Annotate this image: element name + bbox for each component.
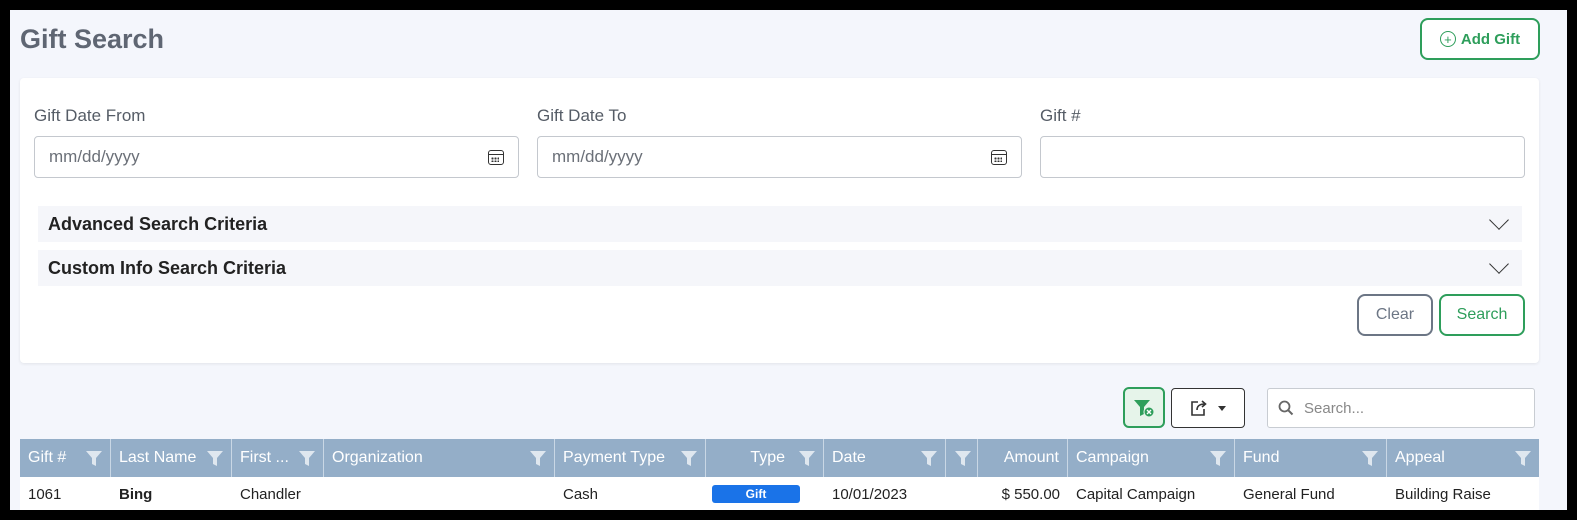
gift-date-to-input[interactable]: mm/dd/yyyy (537, 136, 1022, 178)
column-header-label: Last Name (119, 449, 197, 466)
search-button[interactable]: Search (1439, 294, 1525, 336)
column-header-label: Date (832, 449, 866, 466)
column-header-label: Payment Type (563, 449, 665, 466)
column-header-type[interactable]: Type (706, 439, 824, 477)
add-gift-button[interactable]: + Add Gift (1420, 18, 1540, 60)
cell-type: Gift (706, 477, 824, 510)
column-header-label: Gift # (28, 449, 67, 466)
clear-button[interactable]: Clear (1357, 294, 1433, 336)
column-header-organization[interactable]: Organization (324, 439, 555, 477)
calendar-icon[interactable] (991, 149, 1007, 165)
plus-circle-icon: + (1439, 31, 1456, 47)
gift-date-from-placeholder: mm/dd/yyyy (49, 147, 140, 166)
add-gift-label: Add Gift (1460, 30, 1521, 48)
export-icon (1191, 400, 1207, 416)
funnel-icon[interactable] (1210, 450, 1226, 467)
cell-appeal: Building Raise (1395, 485, 1491, 503)
gift-number-label: Gift # (1040, 106, 1081, 125)
chevron-down-icon (1489, 210, 1509, 230)
column-header-amount[interactable]: Amount (978, 439, 1068, 477)
funnel-icon[interactable] (299, 450, 315, 467)
cell-organization (324, 477, 555, 510)
cell-fund: General Fund (1243, 485, 1335, 503)
gift-date-from-input[interactable]: mm/dd/yyyy (34, 136, 519, 178)
table-row[interactable]: 1061 Bing Chandler Cash Gift 10/01/2023 … (20, 477, 1539, 510)
column-header-appeal[interactable]: Appeal (1387, 439, 1539, 477)
funnel-icon[interactable] (921, 450, 937, 467)
column-header-label: Fund (1243, 449, 1280, 466)
cell-first-name: Chandler (240, 485, 301, 503)
chevron-down-icon (1489, 254, 1509, 274)
column-header-unlabeled[interactable] (946, 439, 978, 477)
cell-gift-number: 1061 (28, 485, 62, 503)
column-header-label: Type (750, 449, 785, 466)
column-header-fund[interactable]: Fund (1235, 439, 1387, 477)
search-criteria-card: Gift Date From Gift Date To Gift # mm/dd… (20, 78, 1539, 363)
column-header-label: Appeal (1395, 449, 1445, 466)
gift-number-input[interactable] (1040, 136, 1525, 178)
column-header-gift-number[interactable]: Gift # (20, 439, 111, 477)
app-frame: Gift Search + Add Gift Gift Date From Gi… (10, 10, 1567, 510)
column-header-label: Amount (1003, 449, 1059, 466)
funnel-icon[interactable] (86, 450, 102, 467)
calendar-icon[interactable] (488, 149, 504, 165)
column-header-first-name[interactable]: First ... (232, 439, 324, 477)
gift-date-to-placeholder: mm/dd/yyyy (552, 147, 643, 166)
column-header-label: Campaign (1076, 449, 1149, 466)
cell-payment-type: Cash (563, 485, 599, 503)
grid-search-input[interactable] (1304, 399, 1514, 417)
custom-info-search-criteria-label: Custom Info Search Criteria (48, 257, 287, 278)
type-badge: Gift (712, 485, 800, 503)
filter-clear-icon (1134, 399, 1155, 417)
funnel-icon[interactable] (681, 450, 697, 467)
advanced-search-criteria-label: Advanced Search Criteria (48, 213, 268, 234)
gift-date-to-label: Gift Date To (537, 106, 627, 125)
column-header-label: Organization (332, 449, 423, 466)
funnel-icon[interactable] (207, 450, 223, 467)
funnel-icon[interactable] (799, 450, 815, 467)
caret-down-icon (1218, 405, 1226, 411)
funnel-icon[interactable] (955, 450, 971, 467)
funnel-icon[interactable] (530, 450, 546, 467)
cell-amount: $ 550.00 (1001, 485, 1060, 503)
cell-campaign: Capital Campaign (1076, 485, 1196, 503)
search-icon (1278, 400, 1294, 416)
cell-unlabeled (946, 477, 978, 510)
advanced-search-criteria-toggle[interactable]: Advanced Search Criteria (38, 206, 1522, 242)
column-header-label: First ... (240, 449, 289, 466)
custom-info-search-criteria-toggle[interactable]: Custom Info Search Criteria (38, 250, 1522, 286)
cell-date: 10/01/2023 (832, 485, 908, 503)
column-header-last-name[interactable]: Last Name (111, 439, 232, 477)
grid-search-field[interactable] (1267, 388, 1535, 428)
column-header-payment-type[interactable]: Payment Type (555, 439, 706, 477)
column-header-campaign[interactable]: Campaign (1068, 439, 1235, 477)
export-button[interactable] (1171, 388, 1245, 428)
funnel-icon[interactable] (1362, 450, 1378, 467)
clear-filters-button[interactable] (1123, 387, 1165, 428)
cell-last-name[interactable]: Bing (111, 477, 232, 510)
column-header-date[interactable]: Date (824, 439, 946, 477)
gift-date-from-label: Gift Date From (34, 106, 146, 125)
funnel-icon[interactable] (1515, 450, 1531, 467)
page-title: Gift Search (20, 24, 165, 54)
grid-header-row: Gift # Last Name First ... Organization … (20, 439, 1539, 477)
